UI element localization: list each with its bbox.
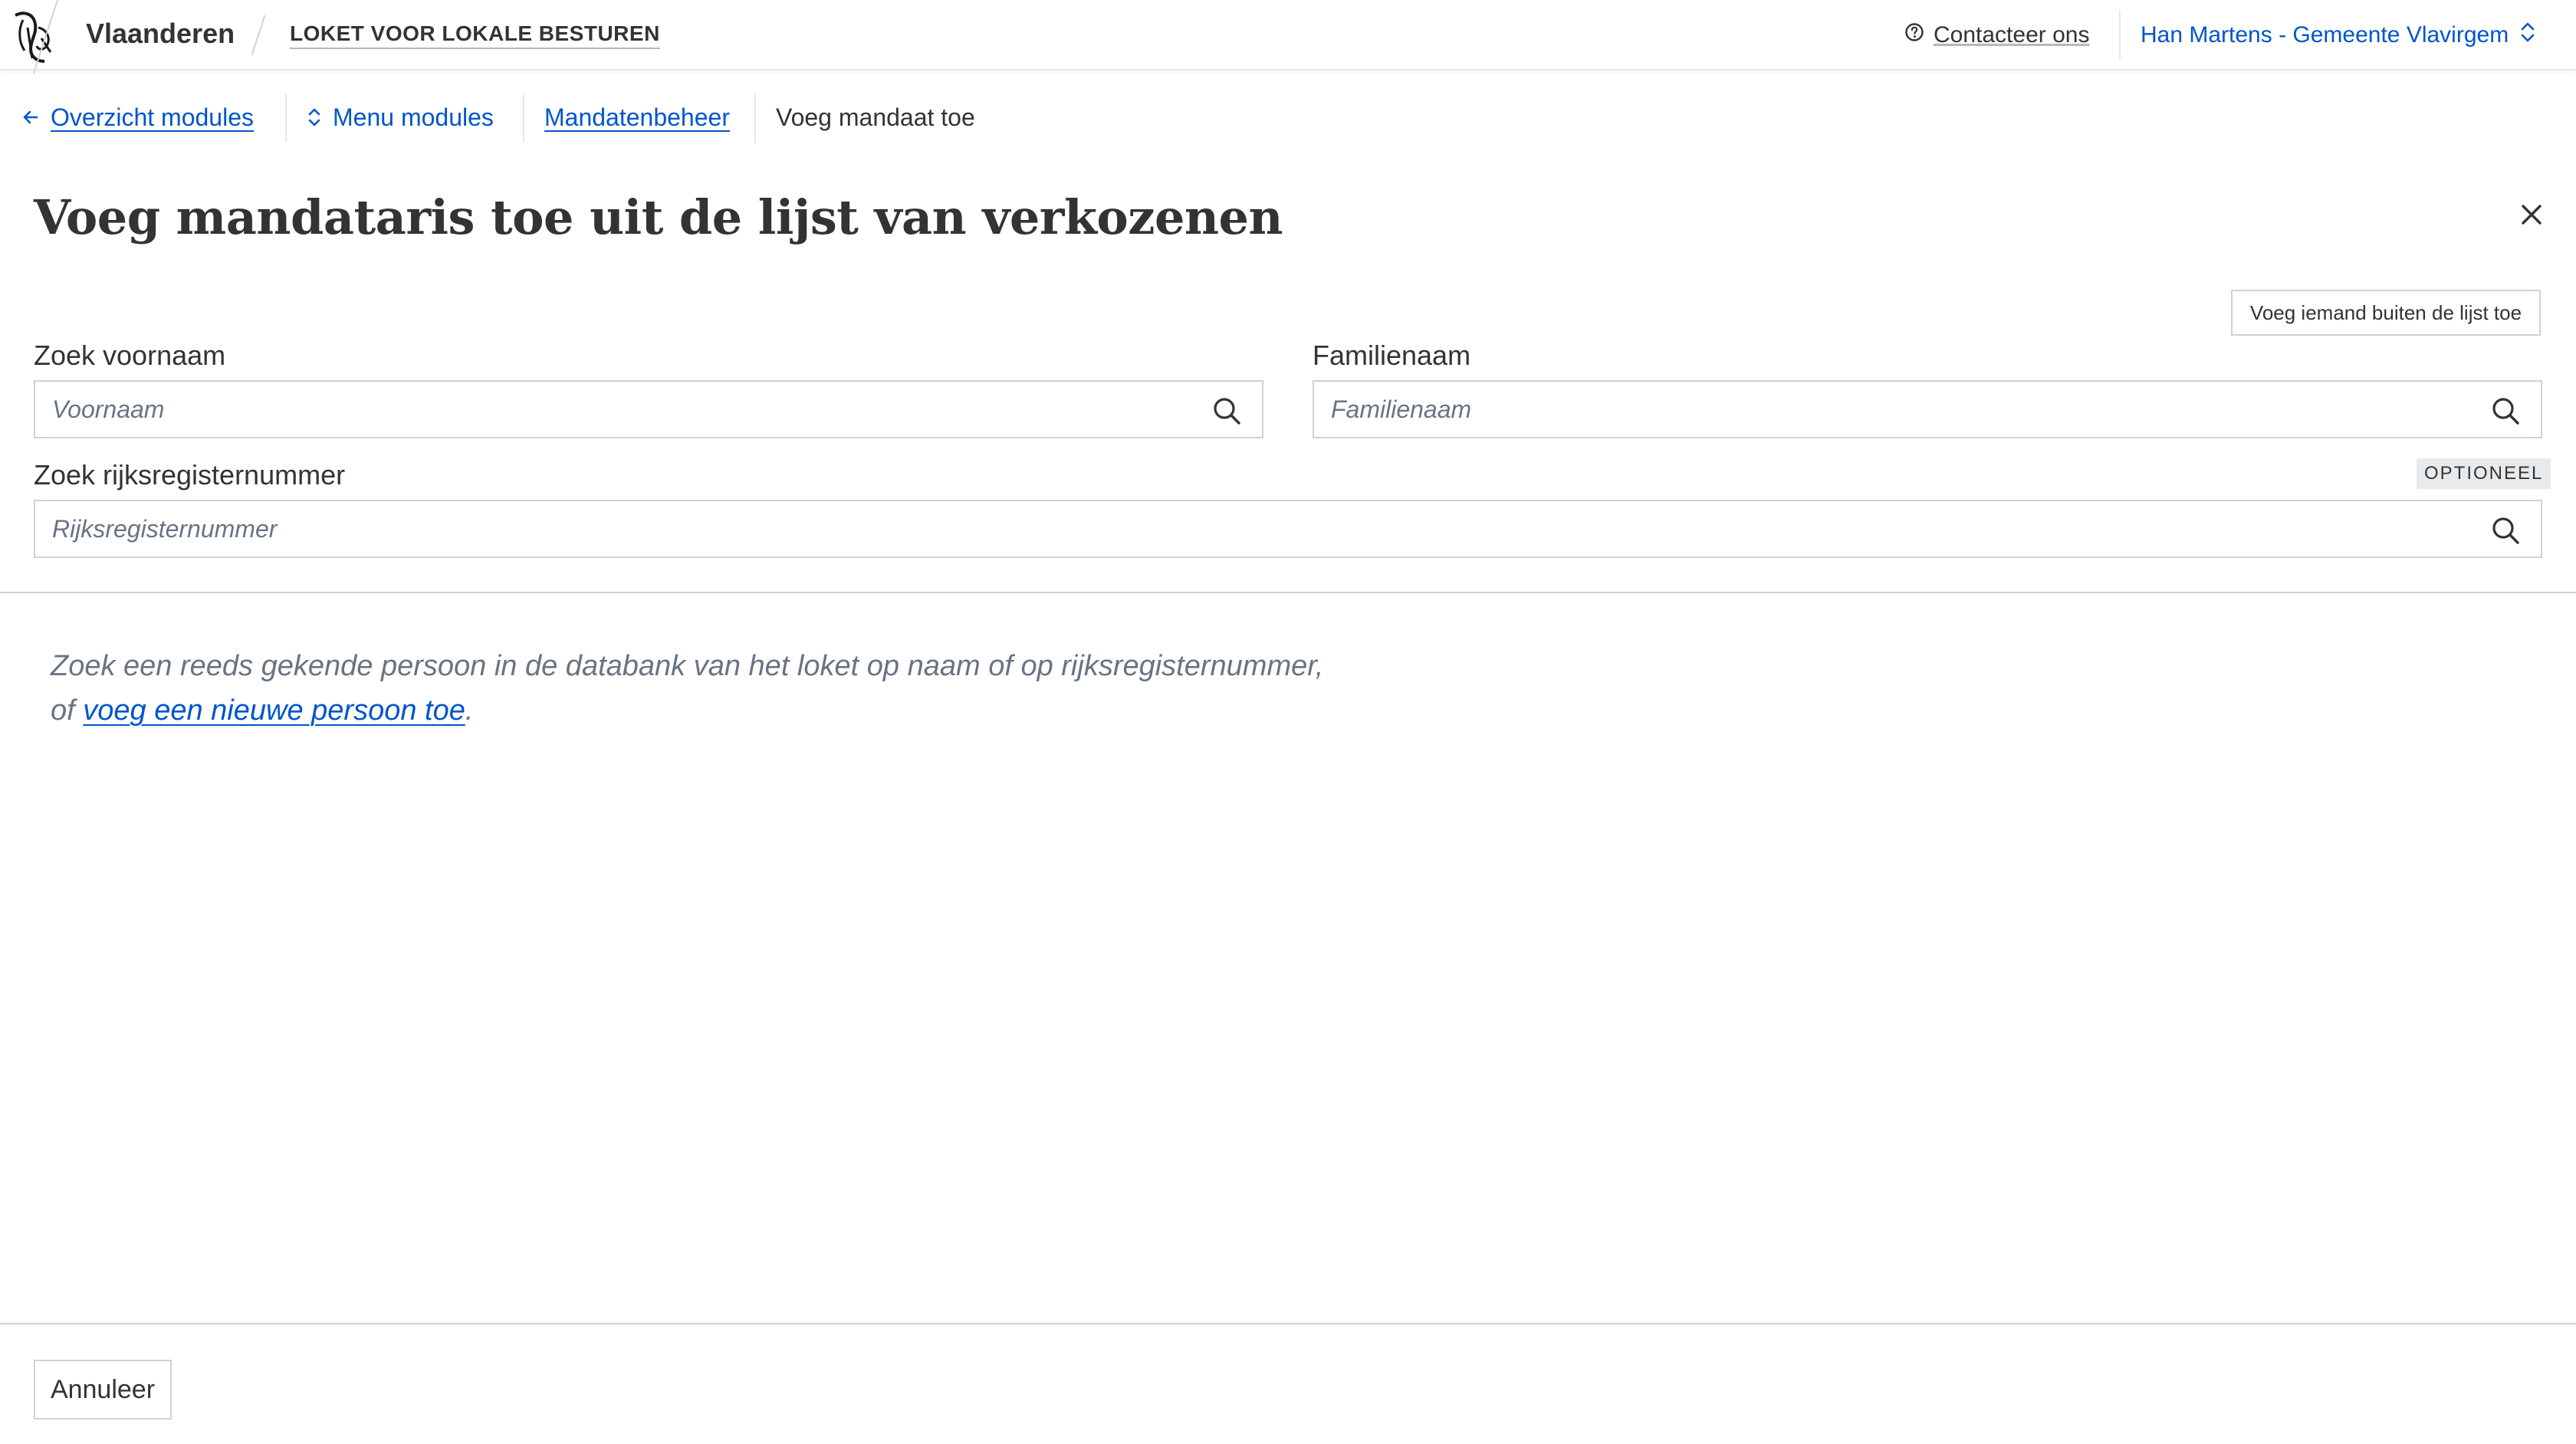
arrow-left-icon	[21, 108, 40, 126]
back-to-modules-label: Overzicht modules	[51, 103, 254, 131]
chevron-updown-icon	[2519, 21, 2536, 50]
cancel-button[interactable]: Annuleer	[34, 1360, 172, 1419]
user-menu[interactable]: Han Martens - Gemeente Vlavirgem	[2141, 18, 2536, 52]
header-divider	[251, 15, 266, 55]
brand-name[interactable]: Vlaanderen	[86, 17, 235, 51]
footer-divider	[0, 1323, 2576, 1324]
contact-label: Contacteer ons	[1934, 22, 2090, 48]
breadcrumb-mandatenbeheer-label: Mandatenbeheer	[544, 103, 730, 131]
national-register-label: Zoek rijksregisternummer	[34, 459, 346, 491]
search-icon[interactable]	[2490, 395, 2521, 426]
close-button[interactable]	[2512, 195, 2551, 235]
breadcrumb-current: Voeg mandaat toe	[776, 103, 975, 131]
last-name-input[interactable]	[1331, 382, 2473, 437]
menu-modules-button[interactable]: Menu modules	[307, 90, 494, 144]
menu-modules-label: Menu modules	[333, 103, 494, 131]
first-name-input[interactable]	[52, 382, 1194, 437]
breadcrumb: Overzicht modules Menu modules Mandatenb…	[0, 90, 2576, 144]
user-label: Han Martens - Gemeente Vlavirgem	[2141, 22, 2509, 48]
section-divider	[0, 592, 2576, 593]
first-name-label: Zoek voornaam	[34, 340, 226, 371]
nav-divider	[285, 94, 287, 143]
breadcrumb-mandatenbeheer[interactable]: Mandatenbeheer	[544, 90, 730, 144]
search-icon[interactable]	[2490, 515, 2521, 546]
add-new-person-link[interactable]: voeg een nieuwe persoon toe	[83, 694, 465, 727]
search-hint-prefix: of	[51, 694, 84, 727]
search-hint-suffix: .	[465, 694, 474, 727]
app-title[interactable]: LOKET VOOR LOKALE BESTUREN	[290, 20, 660, 49]
search-hint-text: Zoek een reeds gekende persoon in de dat…	[51, 650, 1324, 682]
search-icon[interactable]	[1211, 395, 1242, 426]
first-name-field[interactable]	[34, 380, 1263, 438]
optional-badge: OPTIONEEL	[2417, 458, 2551, 489]
nav-divider	[523, 94, 524, 143]
back-to-modules-link[interactable]: Overzicht modules	[21, 90, 254, 144]
chevron-updown-icon	[307, 107, 322, 128]
add-person-outside-list-button[interactable]: Voeg iemand buiten de lijst toe	[2231, 290, 2541, 336]
help-circle-icon	[1904, 22, 1924, 48]
top-header: Vlaanderen LOKET VOOR LOKALE BESTUREN Co…	[0, 0, 2576, 74]
page-title: Voeg mandataris toe uit de lijst van ver…	[34, 189, 1283, 245]
national-register-field[interactable]	[34, 500, 2542, 558]
national-register-input[interactable]	[52, 501, 2473, 556]
last-name-field[interactable]	[1313, 380, 2542, 438]
last-name-label: Familienaam	[1313, 340, 1471, 371]
close-icon	[2519, 202, 2544, 227]
search-hint: Zoek een reeds gekende persoon in de dat…	[51, 644, 1431, 733]
nav-divider	[754, 94, 756, 143]
contact-link[interactable]: Contacteer ons	[1904, 18, 2089, 52]
header-divider	[2119, 11, 2121, 60]
